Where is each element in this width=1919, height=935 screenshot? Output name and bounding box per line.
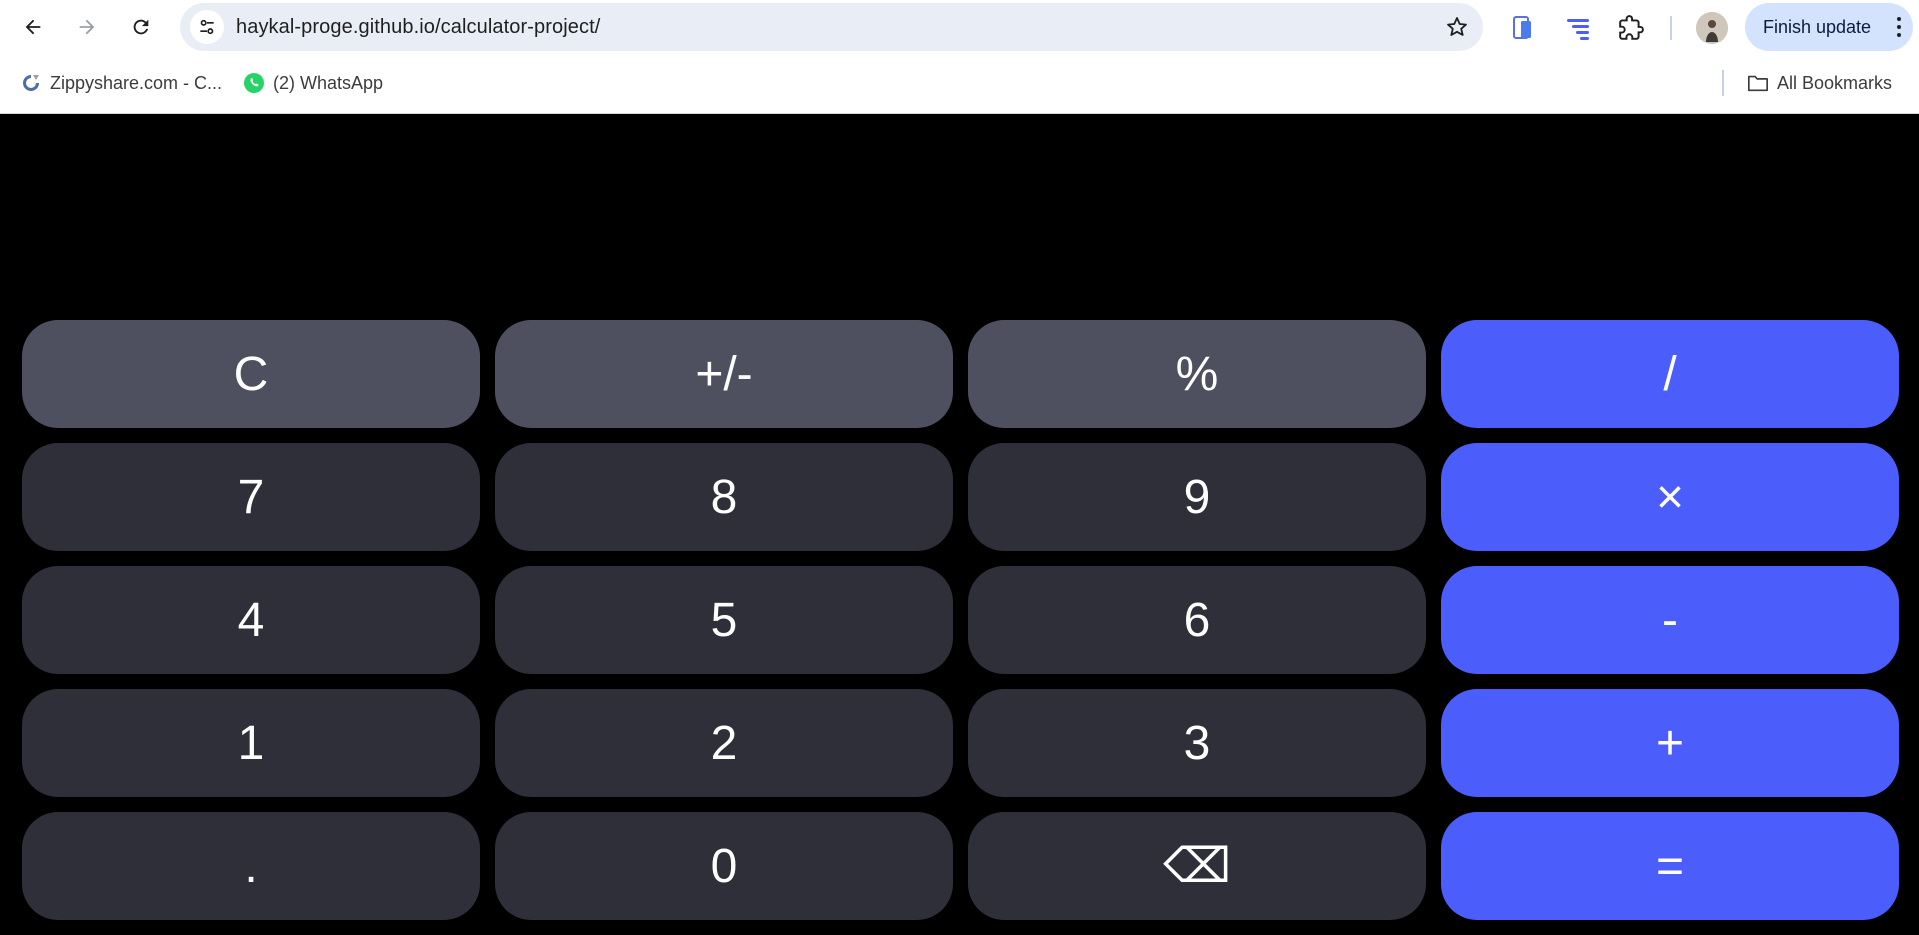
digit-3-button[interactable]: 3 (968, 689, 1426, 797)
list-extension-icon (1567, 19, 1589, 40)
sign-toggle-button[interactable]: +/- (495, 320, 953, 428)
tune-icon (200, 19, 214, 35)
whatsapp-icon (243, 72, 265, 94)
folder-icon (1747, 72, 1769, 94)
browser-toolbar: haykal-proge.github.io/calculator-projec… (0, 0, 1919, 56)
arrow-right-icon (79, 19, 95, 35)
kebab-menu-icon[interactable] (1897, 17, 1903, 41)
site-info-button[interactable] (190, 10, 224, 44)
calculator-keypad: C +/-%/ 7 8 9 × 4 5 6- 1 2 3 +. 0 ⌫ = (22, 320, 1899, 920)
puzzle-icon (1619, 15, 1644, 40)
backspace-button[interactable]: ⌫ (968, 812, 1426, 920)
digit-6-button[interactable]: 6 (968, 566, 1426, 674)
toolbar-divider (1670, 16, 1672, 40)
decimal-button[interactable]: . (22, 812, 480, 920)
extension-phone-button[interactable] (1505, 10, 1541, 46)
multiply-button[interactable]: × (1441, 443, 1899, 551)
finish-update-button[interactable]: Finish update (1745, 3, 1913, 51)
all-bookmarks-label: All Bookmarks (1777, 72, 1893, 93)
digit-8-button[interactable]: 8 (495, 443, 953, 551)
bookmark-label: Zippyshare.com - C... (50, 72, 223, 93)
clear-button[interactable]: C (22, 320, 480, 428)
digit-2-button[interactable]: 2 (495, 689, 953, 797)
reload-button[interactable] (122, 8, 160, 46)
extension-list-button[interactable] (1560, 10, 1596, 46)
add-button[interactable]: + (1441, 689, 1899, 797)
url-text[interactable]: haykal-proge.github.io/calculator-projec… (236, 16, 600, 39)
calculator: C +/-%/ 7 8 9 × 4 5 6- 1 2 3 +. 0 ⌫ = (0, 114, 1919, 935)
subtract-button[interactable]: - (1441, 566, 1899, 674)
forward-button[interactable] (68, 8, 106, 46)
digit-7-button[interactable]: 7 (22, 443, 480, 551)
calculator-display (22, 134, 1897, 294)
digit-4-button[interactable]: 4 (22, 566, 480, 674)
extensions-button[interactable] (1613, 10, 1649, 46)
digit-5-button[interactable]: 5 (495, 566, 953, 674)
digit-9-button[interactable]: 9 (968, 443, 1426, 551)
finish-update-label: Finish update (1763, 16, 1872, 37)
address-bar[interactable]: haykal-proge.github.io/calculator-projec… (180, 3, 1483, 51)
bookmark-label: (2) WhatsApp (273, 72, 384, 93)
equals-button[interactable]: = (1441, 812, 1899, 920)
bookmarks-bar: Zippyshare.com - C... (2) WhatsApp All B… (0, 56, 1919, 114)
arrow-left-icon (25, 19, 41, 35)
divide-button[interactable]: / (1441, 320, 1899, 428)
digit-1-button[interactable]: 1 (22, 689, 480, 797)
star-icon (1447, 17, 1467, 36)
digit-0-button[interactable]: 0 (495, 812, 953, 920)
bookmark-zippyshare[interactable]: Zippyshare.com - C... (20, 72, 222, 94)
zippyshare-icon (20, 72, 42, 94)
back-button[interactable] (14, 8, 52, 46)
bookmarks-divider (1722, 70, 1724, 96)
reload-icon (133, 19, 149, 35)
bookmark-whatsapp[interactable]: (2) WhatsApp (243, 72, 383, 94)
all-bookmarks-button[interactable]: All Bookmarks (1747, 72, 1892, 94)
bookmark-star-button[interactable] (1443, 13, 1471, 41)
profile-avatar[interactable] (1696, 12, 1728, 44)
percent-button[interactable]: % (968, 320, 1426, 428)
avatar-image (1696, 12, 1728, 44)
phone-extension-icon (1513, 16, 1531, 39)
